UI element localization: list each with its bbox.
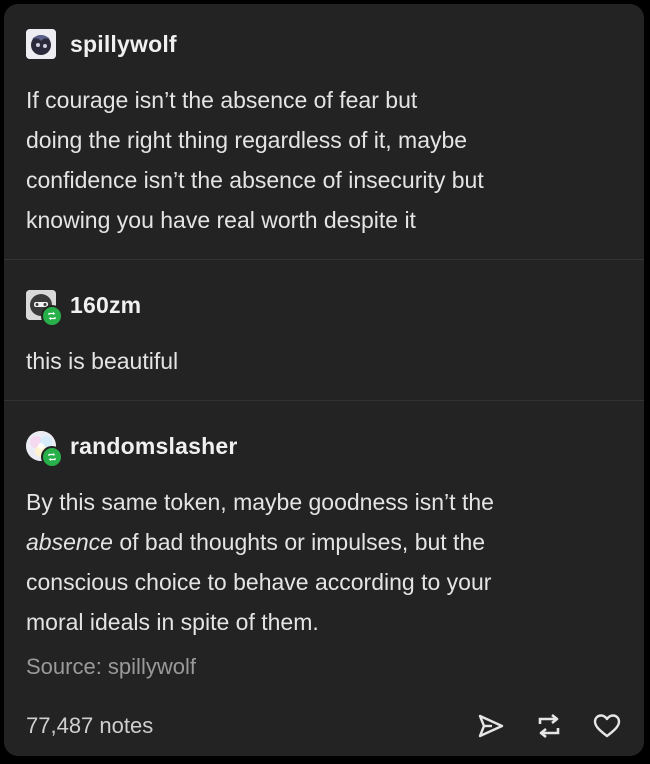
body-line: confidence isn’t the absence of insecuri… (26, 167, 484, 193)
avatar[interactable] (26, 29, 56, 59)
post-footer: 77,487 notes (26, 704, 622, 748)
body-text-span: of bad thoughts or impulses, but the (112, 529, 486, 555)
source-row: Source: spillywolf (26, 654, 622, 680)
username[interactable]: randomslasher (70, 433, 238, 460)
body-line: conscious choice to behave according to … (26, 569, 492, 595)
post-body: If courage isn’t the absence of fear but… (26, 80, 622, 240)
post-body: this is beautiful (26, 341, 622, 381)
body-line: doing the right thing regardless of it, … (26, 127, 468, 153)
reblog-badge-icon (41, 446, 63, 468)
body-line: By this same token, maybe goodness isn’t… (26, 489, 494, 515)
body-line: absence of bad thoughts or impulses, but… (26, 522, 622, 562)
post-header: spillywolf (26, 24, 622, 64)
action-bar (448, 711, 622, 741)
body-line: knowing you have real worth despite it (26, 207, 416, 233)
username[interactable]: spillywolf (70, 31, 177, 58)
avatar[interactable] (26, 431, 63, 468)
divider (4, 400, 644, 401)
heart-icon[interactable] (592, 711, 622, 741)
post-reblog: 160zm this is beautiful (4, 285, 644, 381)
source-link[interactable]: Source: spillywolf (26, 654, 196, 679)
share-icon[interactable] (476, 711, 506, 741)
post-original: spillywolf If courage isn’t the absence … (4, 24, 644, 240)
post-reblog: randomslasher By this same token, maybe … (4, 426, 644, 680)
emphasis-text: absence (26, 529, 113, 555)
post-body: By this same token, maybe goodness isn’t… (26, 482, 622, 642)
notes-count[interactable]: 77,487 notes (26, 713, 448, 739)
reblog-icon[interactable] (534, 711, 564, 741)
post-header: 160zm (26, 285, 622, 327)
username[interactable]: 160zm (70, 292, 141, 319)
body-line: If courage isn’t the absence of fear but (26, 87, 418, 113)
body-line: this is beautiful (26, 348, 179, 374)
reblog-badge-icon (41, 305, 63, 327)
post-header: randomslasher (26, 426, 622, 468)
divider (4, 259, 644, 260)
avatar[interactable] (26, 290, 63, 327)
post-card: spillywolf If courage isn’t the absence … (4, 4, 644, 756)
body-line: moral ideals in spite of them. (26, 609, 319, 635)
